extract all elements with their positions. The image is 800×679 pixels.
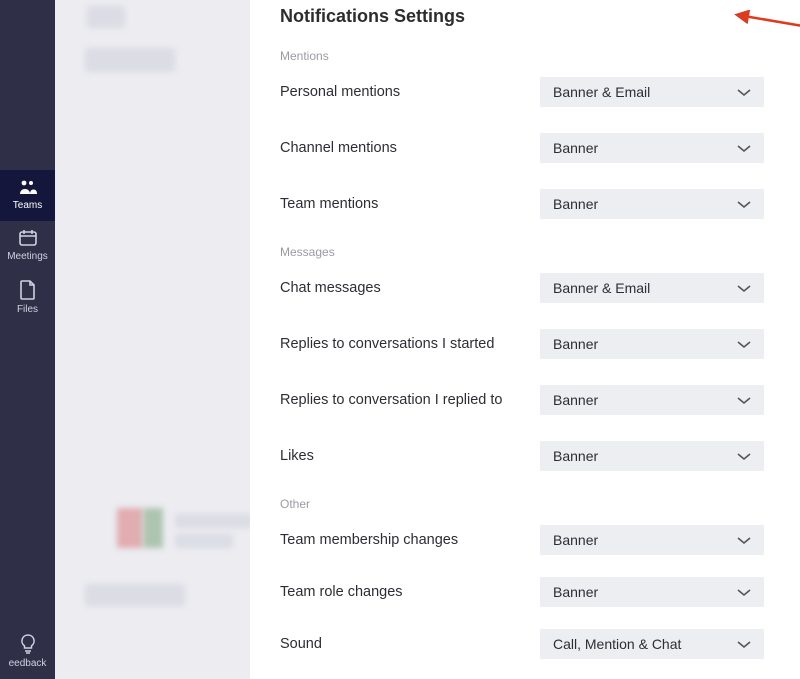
setting-row: Team mentions Banner [280, 189, 800, 219]
section-heading-other: Other [280, 497, 800, 511]
setting-row: Channel mentions Banner [280, 133, 800, 163]
calendar-icon [18, 229, 38, 247]
setting-row: Likes Banner [280, 441, 800, 471]
chevron-down-icon [737, 584, 751, 600]
select-value: Banner [553, 584, 598, 600]
setting-select-personal-mentions[interactable]: Banner & Email [540, 77, 764, 107]
select-value: Banner [553, 196, 598, 212]
rail-item-meetings[interactable]: Meetings [0, 221, 55, 272]
setting-select-sound[interactable]: Call, Mention & Chat [540, 629, 764, 659]
rail-item-label: Meetings [7, 251, 48, 262]
file-icon [19, 280, 37, 300]
setting-row: Team role changes Banner [280, 577, 800, 607]
lightbulb-icon [19, 634, 37, 654]
setting-label: Team role changes [280, 584, 540, 600]
setting-row: Team membership changes Banner [280, 525, 800, 555]
chevron-down-icon [737, 336, 751, 352]
select-value: Banner [553, 140, 598, 156]
app-rail: Teams Meetings Files e [0, 0, 55, 679]
setting-label: Sound [280, 636, 540, 652]
chevron-down-icon [737, 84, 751, 100]
chevron-down-icon [737, 636, 751, 652]
rail-item-label: Teams [13, 200, 42, 211]
chevron-down-icon [737, 532, 751, 548]
setting-select-likes[interactable]: Banner [540, 441, 764, 471]
select-value: Banner & Email [553, 84, 650, 100]
chevron-down-icon [737, 140, 751, 156]
chevron-down-icon [737, 280, 751, 296]
select-value: Banner [553, 336, 598, 352]
setting-row: Personal mentions Banner & Email [280, 77, 800, 107]
setting-label: Team mentions [280, 196, 540, 212]
rail-item-label: Files [17, 304, 38, 315]
setting-label: Chat messages [280, 280, 540, 296]
setting-row: Sound Call, Mention & Chat [280, 629, 800, 659]
setting-select-channel-mentions[interactable]: Banner [540, 133, 764, 163]
setting-select-team-membership[interactable]: Banner [540, 525, 764, 555]
setting-row: Chat messages Banner & Email [280, 273, 800, 303]
setting-label: Replies to conversation I replied to [280, 392, 540, 408]
select-value: Call, Mention & Chat [553, 636, 681, 652]
setting-label: Replies to conversations I started [280, 336, 540, 352]
setting-label: Channel mentions [280, 140, 540, 156]
setting-row: Replies to conversation I replied to Ban… [280, 385, 800, 415]
select-value: Banner & Email [553, 280, 650, 296]
setting-label: Team membership changes [280, 532, 540, 548]
rail-item-teams[interactable]: Teams [0, 170, 55, 221]
select-value: Banner [553, 448, 598, 464]
select-value: Banner [553, 392, 598, 408]
setting-select-team-mentions[interactable]: Banner [540, 189, 764, 219]
select-value: Banner [553, 532, 598, 548]
notifications-settings-panel: Notifications Settings Mentions Personal… [250, 0, 800, 679]
rail-item-label: eedback [9, 658, 47, 669]
chevron-down-icon [737, 196, 751, 212]
chevron-down-icon [737, 448, 751, 464]
setting-select-replies-replied[interactable]: Banner [540, 385, 764, 415]
setting-row: Replies to conversations I started Banne… [280, 329, 800, 359]
background-channel-list [55, 0, 250, 679]
teams-icon [18, 178, 38, 196]
section-heading-messages: Messages [280, 245, 800, 259]
section-heading-mentions: Mentions [280, 49, 800, 63]
rail-item-feedback[interactable]: eedback [0, 626, 55, 679]
setting-select-chat-messages[interactable]: Banner & Email [540, 273, 764, 303]
chevron-down-icon [737, 392, 751, 408]
rail-item-files[interactable]: Files [0, 272, 55, 325]
setting-label: Personal mentions [280, 84, 540, 100]
setting-select-team-role[interactable]: Banner [540, 577, 764, 607]
setting-label: Likes [280, 448, 540, 464]
setting-select-replies-started[interactable]: Banner [540, 329, 764, 359]
panel-title: Notifications Settings [280, 6, 800, 27]
